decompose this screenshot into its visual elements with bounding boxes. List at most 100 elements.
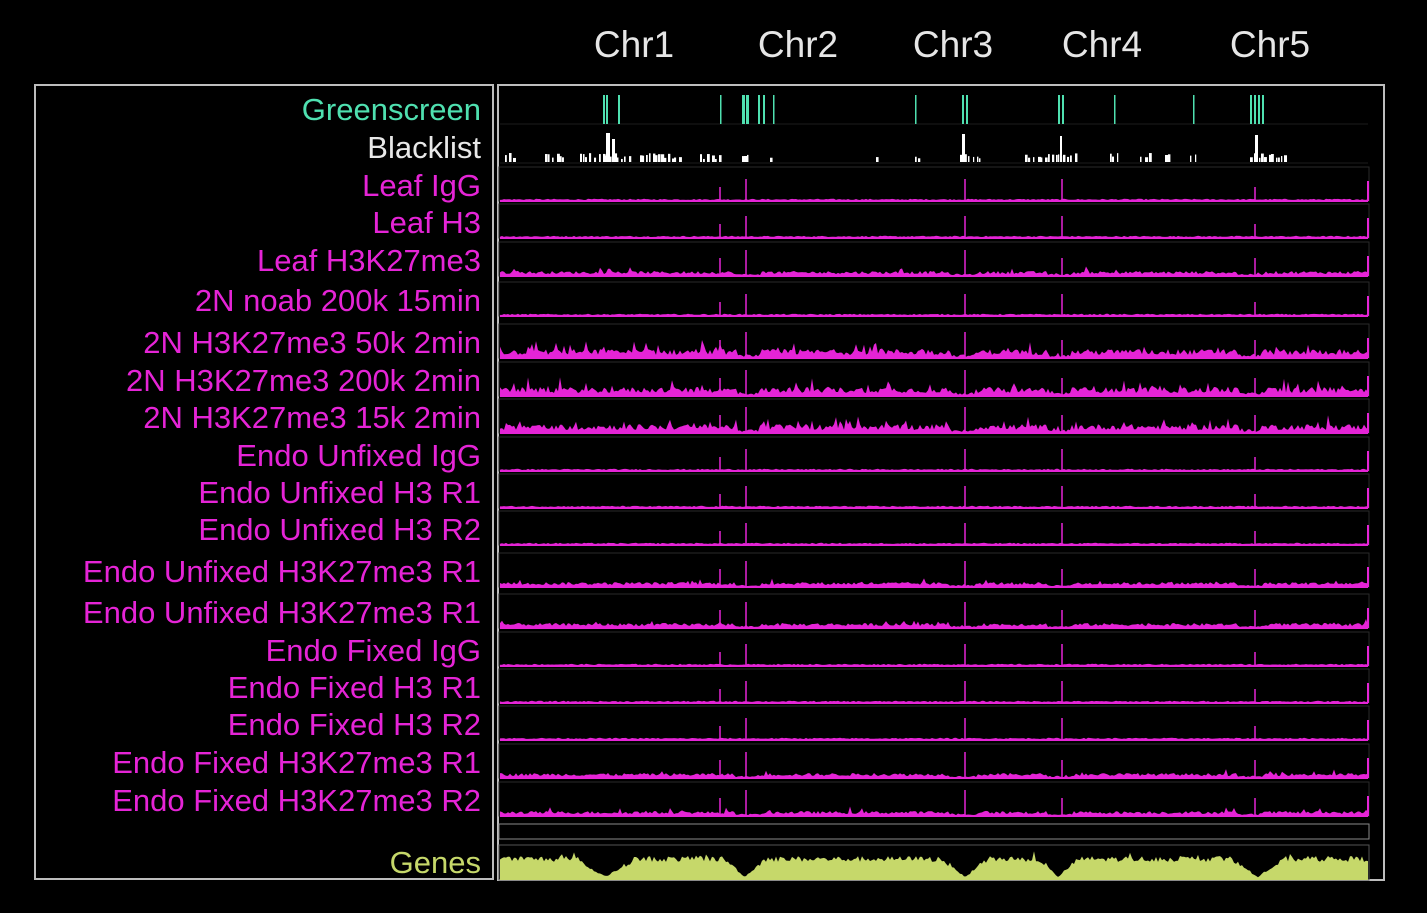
blacklist-region <box>505 155 507 162</box>
blacklist-region <box>1271 154 1274 162</box>
greenscreen-region <box>1254 95 1256 124</box>
blacklist-region <box>1145 157 1149 162</box>
greenscreen-region <box>603 95 605 124</box>
signal-track <box>498 436 1370 472</box>
blacklist-region <box>973 156 975 162</box>
greenscreen-region <box>962 95 964 124</box>
blacklist-region <box>1067 156 1070 162</box>
blacklist-region <box>664 157 667 162</box>
gene-density-profile <box>500 851 1368 880</box>
signal-track <box>498 166 1370 202</box>
blacklist-region <box>1056 154 1058 162</box>
signal-track <box>498 323 1370 359</box>
blacklist-region <box>1284 155 1288 162</box>
blacklist-region <box>562 157 564 162</box>
blacklist-region <box>509 153 512 162</box>
blacklist-region <box>770 157 773 162</box>
blacklist-region <box>962 134 965 162</box>
blacklist-region <box>642 155 645 162</box>
signal-profile <box>500 806 1368 816</box>
blacklist-region <box>876 157 879 162</box>
tracks-canvas <box>498 95 1370 881</box>
blacklist-region <box>1281 156 1283 162</box>
greenscreen-region <box>758 95 760 124</box>
signal-track <box>498 631 1370 667</box>
blacklist-region <box>1060 136 1062 162</box>
signal-profile <box>500 377 1368 396</box>
blacklist-region <box>1276 157 1278 162</box>
blacklist-region <box>918 158 921 162</box>
greenscreen-region <box>773 95 775 124</box>
blacklist-region <box>655 155 658 162</box>
blacklist-region <box>1045 157 1048 162</box>
blacklist-region <box>679 157 682 162</box>
blacklist-region <box>1048 154 1050 162</box>
blacklist-region <box>1278 157 1280 162</box>
blacklist-region <box>1149 153 1152 162</box>
greenscreen-region <box>618 95 620 124</box>
greenscreen-region <box>742 95 745 124</box>
blacklist-region <box>668 153 671 162</box>
blacklist-region <box>1058 154 1060 162</box>
signal-track <box>498 743 1370 779</box>
blacklist-region <box>617 157 619 162</box>
blacklist-region <box>707 154 710 162</box>
blacklist-region <box>960 154 963 162</box>
blacklist-region <box>548 154 550 162</box>
greenscreen-region <box>746 95 749 124</box>
signal-track <box>498 281 1370 317</box>
greenscreen-region <box>720 95 722 124</box>
blacklist-region <box>585 157 587 162</box>
blacklist-region <box>559 156 562 162</box>
blacklist-region <box>624 156 626 162</box>
blacklist-region <box>1040 157 1043 162</box>
blacklist-region <box>1070 155 1072 162</box>
blacklist-region <box>646 155 648 162</box>
blacklist-region <box>1025 154 1028 162</box>
blacklist-region <box>513 157 516 162</box>
greenscreen-track <box>500 95 1368 125</box>
blacklist-region <box>1165 154 1168 162</box>
signal-track <box>498 361 1370 397</box>
signal-profile <box>500 578 1368 587</box>
signal-track <box>498 510 1370 546</box>
blacklist-region <box>1190 155 1192 162</box>
greenscreen-region <box>1058 95 1060 124</box>
blacklist-region <box>580 153 583 162</box>
greenscreen-region <box>1258 95 1260 124</box>
blacklist-region <box>700 154 703 162</box>
blacklist-region <box>979 158 981 162</box>
blacklist-region <box>674 157 677 162</box>
blacklist-region <box>612 139 615 162</box>
signal-track <box>498 668 1370 704</box>
greenscreen-region <box>606 95 608 124</box>
blacklist-region <box>1028 157 1031 162</box>
blacklist-region <box>744 156 748 162</box>
signal-track <box>498 203 1370 239</box>
blacklist-region <box>1063 154 1066 162</box>
blacklist-region <box>621 158 623 162</box>
blacklist-region <box>1075 153 1078 162</box>
blacklist-region <box>703 158 705 162</box>
blacklist-region <box>583 154 585 162</box>
blacklist-region <box>1033 157 1035 162</box>
blacklist-region <box>1112 156 1114 162</box>
blacklist-region <box>968 156 970 162</box>
blacklist-region <box>965 154 967 162</box>
blacklist-region <box>649 153 651 162</box>
greenscreen-region <box>1250 95 1252 124</box>
signal-profile <box>500 619 1368 628</box>
blacklist-region <box>1250 157 1253 162</box>
blacklist-region <box>1140 156 1142 162</box>
blacklist-region <box>599 154 601 162</box>
blacklist-region <box>615 153 618 162</box>
blacklist-region <box>545 154 548 162</box>
signal-profile <box>500 266 1368 276</box>
greenscreen-region <box>966 95 968 124</box>
signal-track <box>498 593 1370 629</box>
genes-track <box>498 823 1370 881</box>
blacklist-region <box>715 158 717 162</box>
greenscreen-region <box>1193 95 1195 124</box>
signal-track <box>498 473 1370 509</box>
signal-track <box>498 398 1370 434</box>
